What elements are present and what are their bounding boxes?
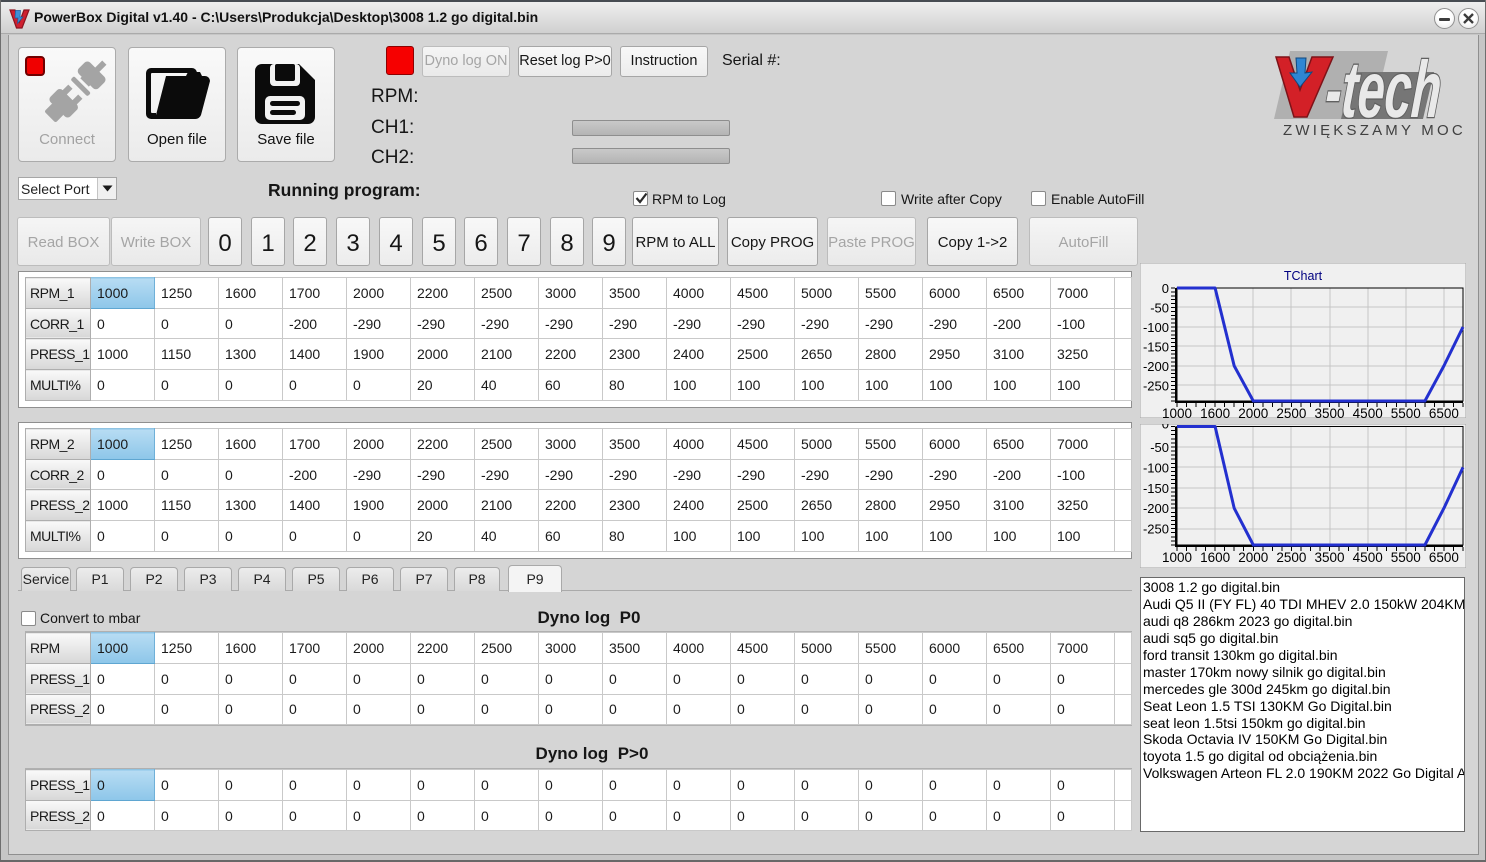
- svg-text:2000: 2000: [1238, 550, 1268, 565]
- svg-text:5500: 5500: [1391, 406, 1421, 418]
- svg-text:ZWIĘKSZAMY MOC: ZWIĘKSZAMY MOC: [1283, 122, 1466, 139]
- svg-text:-200: -200: [1143, 501, 1169, 516]
- svg-text:2500: 2500: [1276, 550, 1306, 565]
- svg-text:1600: 1600: [1200, 406, 1230, 418]
- svg-text:6500: 6500: [1429, 550, 1459, 565]
- svg-text:-50: -50: [1150, 440, 1169, 455]
- svg-text:3500: 3500: [1314, 550, 1344, 565]
- svg-text:-150: -150: [1143, 481, 1169, 496]
- svg-text:0: 0: [1162, 424, 1169, 432]
- svg-text:-150: -150: [1143, 339, 1169, 354]
- svg-text:-50: -50: [1150, 301, 1169, 316]
- svg-text:2500: 2500: [1276, 406, 1306, 418]
- svg-text:2000: 2000: [1238, 406, 1268, 418]
- svg-text:4500: 4500: [1353, 550, 1383, 565]
- svg-text:1000: 1000: [1162, 550, 1192, 565]
- svg-text:1000: 1000: [1162, 406, 1192, 418]
- svg-text:1600: 1600: [1200, 550, 1230, 565]
- svg-text:6500: 6500: [1429, 406, 1459, 418]
- svg-text:-250: -250: [1143, 378, 1169, 393]
- svg-text:-250: -250: [1143, 522, 1169, 537]
- svg-text:0: 0: [1162, 281, 1169, 296]
- svg-text:TChart: TChart: [1284, 269, 1323, 283]
- svg-text:3500: 3500: [1314, 406, 1344, 418]
- svg-text:4500: 4500: [1353, 406, 1383, 418]
- svg-text:-100: -100: [1143, 320, 1169, 335]
- svg-text:-200: -200: [1143, 359, 1169, 374]
- svg-text:-100: -100: [1143, 460, 1169, 475]
- svg-text:5500: 5500: [1391, 550, 1421, 565]
